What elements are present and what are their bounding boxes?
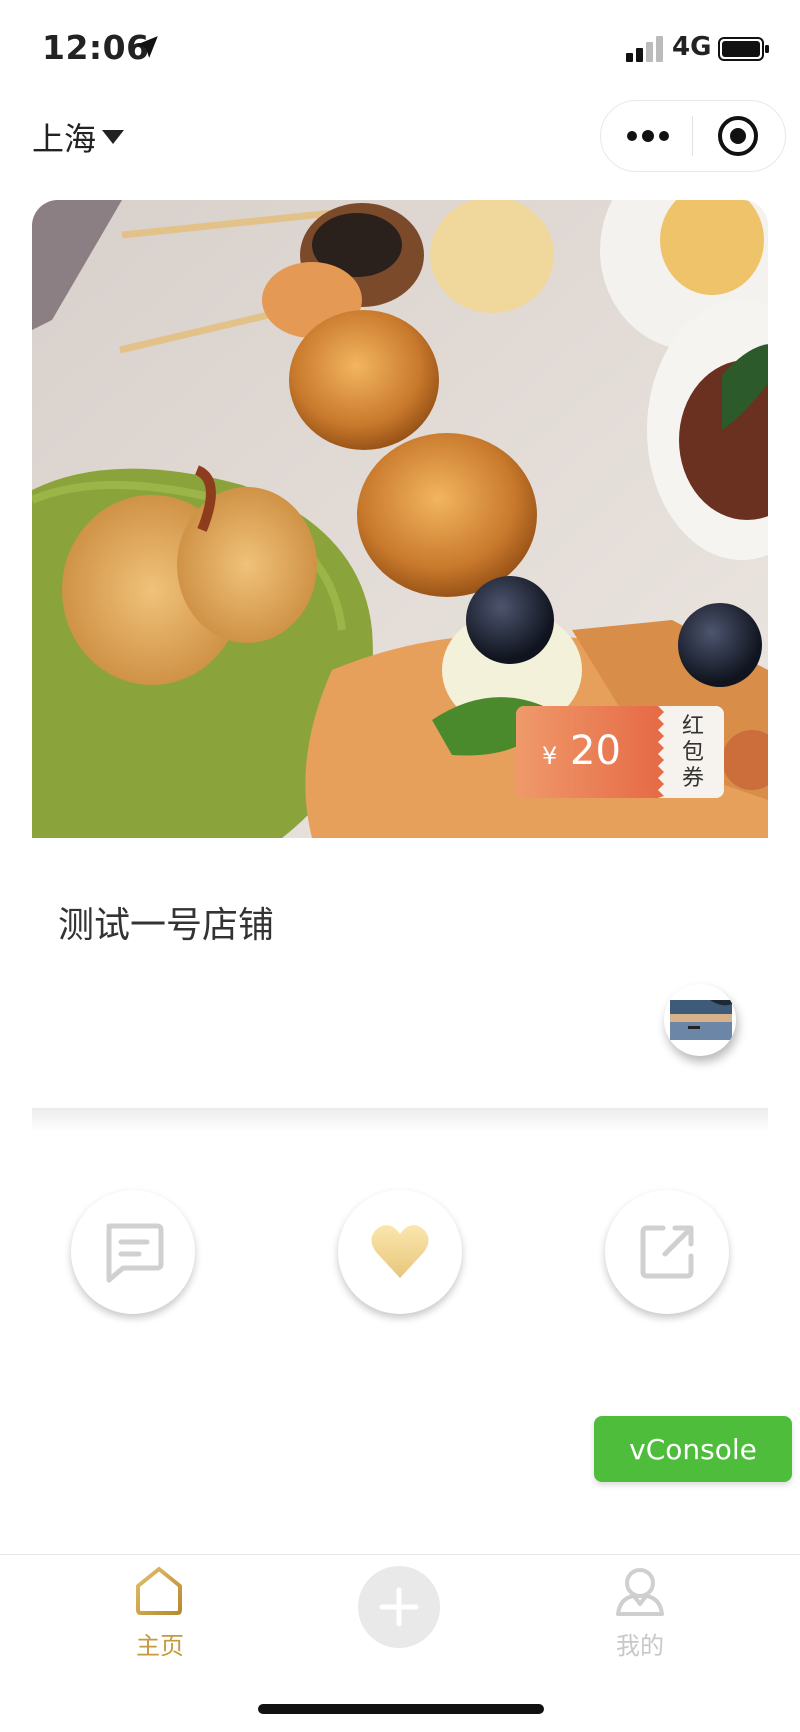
network-label: 4G (672, 32, 712, 62)
share-button[interactable] (605, 1190, 729, 1314)
home-indicator (258, 1704, 544, 1714)
card-divider-shadow (32, 1108, 768, 1132)
coupon-zigzag (652, 706, 664, 798)
capsule-divider (692, 116, 693, 156)
coupon-badge[interactable]: ¥ 20 红包券 (516, 706, 724, 798)
tab-home-label[interactable]: 主页 (130, 1626, 190, 1661)
comment-icon (106, 1223, 164, 1283)
signal-icon (626, 36, 663, 62)
tab-mine-label[interactable]: 我的 (610, 1626, 670, 1661)
more-dots-icon[interactable] (626, 126, 670, 146)
tab-add-button[interactable] (358, 1566, 440, 1648)
home-icon[interactable] (134, 1566, 184, 1616)
like-button[interactable] (338, 1190, 462, 1314)
location-arrow-icon (136, 36, 158, 58)
battery-icon (718, 37, 769, 61)
store-name: 测试一号店铺 (58, 905, 275, 946)
status-bar: 12:06 4G (0, 0, 800, 96)
caret-down-icon[interactable] (102, 130, 124, 144)
plus-icon (379, 1587, 419, 1627)
coupon-currency: ¥ (542, 742, 558, 770)
landscape-thumbnail-icon (670, 1000, 732, 1040)
coupon-amount: ¥ 20 (516, 706, 658, 798)
city-selector[interactable]: 上海 (32, 114, 96, 160)
floating-thumbnail-button[interactable] (664, 984, 736, 1056)
coupon-label-area: 红包券 (658, 706, 724, 798)
share-icon (640, 1225, 694, 1279)
coupon-value: 20 (570, 728, 621, 774)
user-icon[interactable] (614, 1566, 666, 1618)
coupon-label: 红包券 (681, 714, 704, 791)
comment-button[interactable] (71, 1190, 195, 1314)
vconsole-button[interactable]: vConsole (594, 1416, 792, 1482)
heart-icon (371, 1225, 429, 1278)
target-icon[interactable] (716, 114, 760, 158)
